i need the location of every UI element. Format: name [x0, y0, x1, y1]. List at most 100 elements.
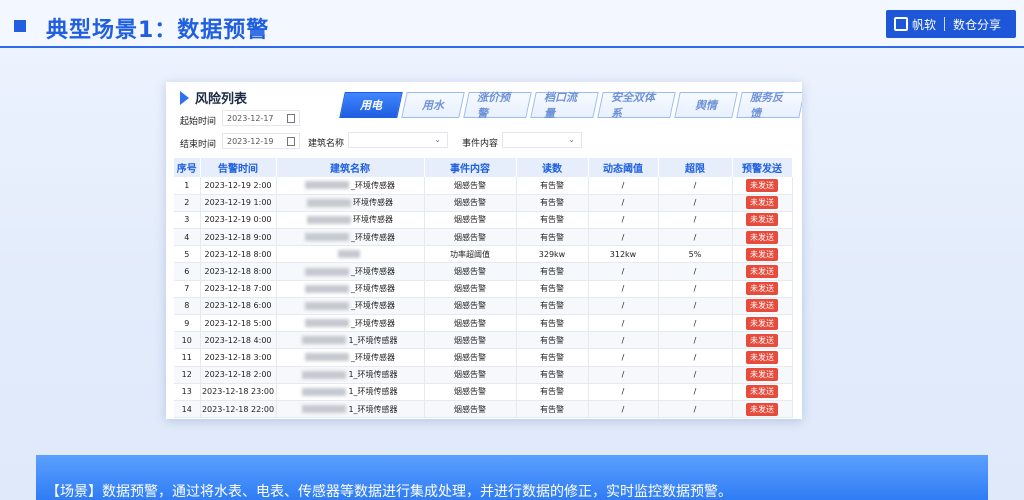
page-header: 典型场景1：数据预警 帆软 数仓分享: [0, 0, 1024, 48]
cell-status: 未发送: [732, 211, 793, 230]
cell-threshold: /: [588, 280, 659, 298]
cell-over: /: [658, 177, 733, 195]
redacted-name: [305, 353, 349, 362]
table-row[interactable]: 9 2023-12-18 5:00 _环境传感器 烟感告警 有告警 / / 未发送: [174, 314, 793, 333]
brand-subtitle: 数仓分享: [953, 17, 1002, 32]
calendar-icon[interactable]: [287, 114, 295, 123]
end-time-value: 2023-12-19: [227, 137, 274, 146]
tab-service-feedback[interactable]: 服务反馈: [736, 91, 802, 120]
cell-no: 14: [174, 400, 201, 419]
cell-name: 1_环境传感器: [276, 366, 425, 384]
table-row[interactable]: 11 2023-12-18 3:00 _环境传感器 烟感告警 有告警 / / 未发送: [174, 348, 793, 367]
table-row[interactable]: 8 2023-12-18 6:00 _环境传感器 烟感告警 有告警 / / 未发送: [174, 297, 793, 316]
scenario-description: 【场景】数据预警，通过将水表、电表、传感器等数据进行集成处理，并进行数据的修正，…: [46, 484, 732, 500]
cell-status: 未发送: [732, 228, 793, 247]
risk-table: 序号 告警时间 建筑名称 事件内容 读数 动态阈值 超限 预警发送 1 2023-…: [174, 158, 793, 419]
cell-status: 未发送: [732, 383, 793, 401]
tab-safety-system[interactable]: 安全双体系: [597, 91, 676, 120]
cell-threshold: /: [588, 314, 659, 333]
cell-no: 7: [174, 280, 201, 298]
status-badge[interactable]: 未发送: [746, 316, 778, 330]
column-header: 预警发送: [732, 158, 793, 177]
cell-reading: 329kw: [516, 245, 589, 264]
cell-threshold: /: [588, 262, 659, 281]
end-time-input[interactable]: 2023-12-19: [222, 133, 300, 149]
cell-threshold: /: [588, 400, 659, 419]
tab-stall-traffic[interactable]: 档口流量: [530, 91, 599, 120]
status-badge[interactable]: 未发送: [746, 213, 778, 227]
cell-event: 烟感告警: [424, 262, 517, 281]
status-badge[interactable]: 未发送: [746, 385, 778, 399]
cell-status: 未发送: [732, 297, 793, 316]
table-row[interactable]: 4 2023-12-18 9:00 _环境传感器 烟感告警 有告警 / / 未发送: [174, 228, 793, 247]
table-row[interactable]: 6 2023-12-18 8:00 _环境传感器 烟感告警 有告警 / / 未发送: [174, 262, 793, 281]
building-name-label: 建筑名称: [308, 139, 345, 149]
table-row[interactable]: 2 2023-12-19 1:00 环境传感器 烟感告警 有告警 / / 未发送: [174, 194, 793, 212]
end-time-label: 结束时间: [180, 140, 217, 150]
redacted-name: [302, 370, 347, 379]
cell-no: 2: [174, 194, 201, 212]
table-row[interactable]: 7 2023-12-18 7:00 _环境传感器 烟感告警 有告警 / / 未发送: [174, 280, 793, 298]
chevron-down-icon: ⌄: [434, 135, 441, 144]
cell-reading: 有告警: [516, 177, 589, 195]
cell-event: 烟感告警: [424, 297, 517, 316]
status-badge[interactable]: 未发送: [746, 265, 778, 279]
table-row[interactable]: 10 2023-12-18 4:00 1_环境传感器 烟感告警 有告警 / / 未发送: [174, 331, 793, 350]
cell-no: 12: [174, 366, 201, 384]
status-badge[interactable]: 未发送: [746, 230, 778, 244]
redacted-name: [302, 405, 347, 414]
brand-logo: 帆软 数仓分享: [886, 10, 1016, 38]
status-badge[interactable]: 未发送: [746, 282, 778, 296]
tab-price-warning[interactable]: 涨价预警: [463, 91, 532, 120]
table-row[interactable]: 3 2023-12-19 0:00 环境传感器 烟感告警 有告警 / / 未发送: [174, 211, 793, 230]
cell-no: 5: [174, 245, 201, 264]
start-time-input[interactable]: 2023-12-17: [222, 110, 300, 126]
cell-reading: 有告警: [516, 400, 589, 419]
table-row[interactable]: 14 2023-12-18 22:00 1_环境传感器 烟感告警 有告警 / / 未发送: [174, 400, 793, 419]
redacted-name: [307, 215, 351, 224]
cell-name: _环境传感器: [276, 314, 425, 333]
tab-water[interactable]: 用水: [401, 92, 465, 118]
cell-time: 2023-12-18 3:00: [200, 348, 277, 367]
status-badge[interactable]: 未发送: [746, 299, 778, 313]
tab-public-opinion[interactable]: 舆情: [674, 92, 738, 118]
calendar-icon[interactable]: [287, 137, 295, 146]
brand-name: 帆软: [912, 17, 937, 32]
table-row[interactable]: 1 2023-12-19 2:00 _环境传感器 烟感告警 有告警 / / 未发送: [174, 177, 793, 195]
cell-no: 4: [174, 228, 201, 247]
page-title: 典型场景1：数据预警: [46, 18, 270, 43]
status-badge[interactable]: 未发送: [746, 178, 778, 192]
cell-reading: 有告警: [516, 228, 589, 247]
tab-electricity[interactable]: 用电: [339, 92, 403, 118]
cell-time: 2023-12-18 8:00: [200, 262, 277, 281]
cell-name: 1_环境传感器: [276, 400, 425, 419]
cell-time: 2023-12-19 2:00: [200, 177, 277, 195]
cell-no: 13: [174, 383, 201, 401]
event-content-select[interactable]: ⌄: [502, 132, 582, 148]
cell-reading: 有告警: [516, 262, 589, 281]
status-badge[interactable]: 未发送: [746, 333, 778, 347]
cell-threshold: 312kw: [588, 245, 659, 264]
cell-status: 未发送: [732, 262, 793, 281]
status-badge[interactable]: 未发送: [746, 196, 778, 210]
table-row[interactable]: 5 2023-12-18 8:00 功率超阈值 329kw 312kw 5% 未发送: [174, 245, 793, 264]
status-badge[interactable]: 未发送: [746, 247, 778, 261]
brand-icon: [894, 17, 908, 31]
risk-table-body: 1 2023-12-19 2:00 _环境传感器 烟感告警 有告警 / / 未发送 2 2023-…: [174, 177, 793, 419]
status-badge[interactable]: 未发送: [746, 350, 778, 364]
building-name-select[interactable]: ⌄: [348, 132, 448, 148]
status-badge[interactable]: 未发送: [746, 402, 778, 416]
cell-threshold: /: [588, 331, 659, 350]
cell-over: /: [658, 400, 733, 419]
cell-over: /: [658, 331, 733, 350]
table-row[interactable]: 13 2023-12-18 23:00 1_环境传感器 烟感告警 有告警 / / 未发送: [174, 383, 793, 401]
table-row[interactable]: 12 2023-12-18 2:00 1_环境传感器 烟感告警 有告警 / / 未发送: [174, 366, 793, 384]
status-badge[interactable]: 未发送: [746, 368, 778, 382]
cell-event: 烟感告警: [424, 314, 517, 333]
column-header: 事件内容: [424, 158, 517, 177]
column-header: 告警时间: [200, 158, 277, 177]
cell-status: 未发送: [732, 314, 793, 333]
cell-name: 1_环境传感器: [276, 383, 425, 401]
redacted-name: [338, 250, 360, 259]
cell-event: 烟感告警: [424, 211, 517, 230]
